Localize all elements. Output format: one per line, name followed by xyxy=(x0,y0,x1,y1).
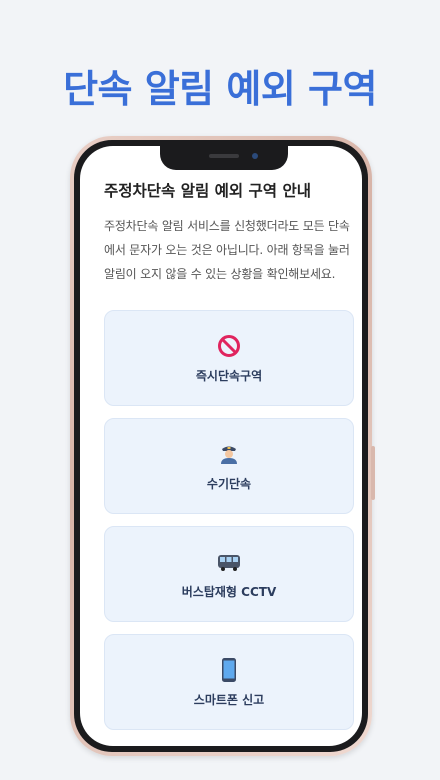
police-officer-icon xyxy=(216,441,242,467)
phone-screen: 주정차단속 알림 예외 구역 안내 주정차단속 알림 서비스를 신청했더라도 모… xyxy=(80,146,362,746)
item-card-bus-cctv[interactable]: 버스탑재형 CCTV xyxy=(104,526,354,622)
smartphone-icon xyxy=(216,657,242,683)
item-card-immediate-zone[interactable]: 즉시단속구역 xyxy=(104,310,354,406)
speaker-grille xyxy=(209,154,239,158)
front-camera xyxy=(252,153,258,159)
exception-item-list: 즉시단속구역 수기단속 버스탑재형 CCTV 스마트폰 신고 xyxy=(104,310,354,730)
phone-side-button xyxy=(371,446,375,500)
hero-title: 단속 알림 예외 구역 xyxy=(63,67,377,111)
no-entry-icon xyxy=(216,333,242,359)
phone-notch xyxy=(160,146,288,170)
item-label: 수기단속 xyxy=(206,476,252,491)
bus-icon xyxy=(216,549,242,575)
item-label: 스마트폰 신고 xyxy=(193,692,265,707)
item-label: 버스탑재형 CCTV xyxy=(181,584,277,599)
item-label: 즉시단속구역 xyxy=(195,368,263,383)
screen-content: 주정차단속 알림 예외 구역 안내 주정차단속 알림 서비스를 신청했더라도 모… xyxy=(104,180,354,742)
description-text: 주정차단속 알림 서비스를 신청했더라도 모든 단속에서 문자가 오는 것은 아… xyxy=(104,219,350,281)
page-title: 주정차단속 알림 예외 구역 안내 xyxy=(104,182,311,200)
item-card-smartphone-report[interactable]: 스마트폰 신고 xyxy=(104,634,354,730)
phone-frame: 주정차단속 알림 예외 구역 안내 주정차단속 알림 서비스를 신청했더라도 모… xyxy=(74,140,368,752)
phone-mockup: 주정차단속 알림 예외 구역 안내 주정차단속 알림 서비스를 신청했더라도 모… xyxy=(70,136,375,756)
item-card-manual-enforcement[interactable]: 수기단속 xyxy=(104,418,354,514)
